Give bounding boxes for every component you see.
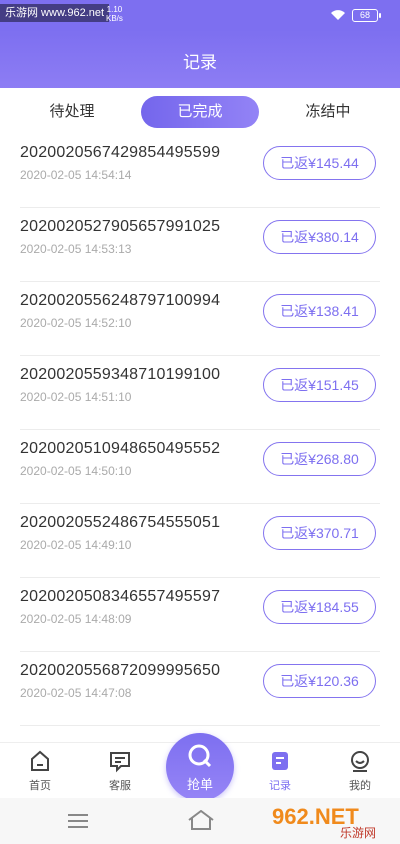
refund-button[interactable]: 已返¥268.80 bbox=[263, 442, 376, 476]
order-number: 2020020556248797100994 bbox=[20, 292, 221, 309]
order-number: 2020020510948650495552 bbox=[20, 440, 221, 457]
nav-service[interactable]: 客服 bbox=[90, 749, 150, 793]
order-time: 2020-02-05 14:51:10 bbox=[20, 390, 132, 404]
nav-home[interactable]: 首页 bbox=[10, 749, 70, 793]
home-icon[interactable] bbox=[188, 810, 214, 830]
header: 记录 bbox=[0, 30, 400, 88]
watermark: 乐游网 www.962.net bbox=[0, 4, 110, 22]
menu-icon[interactable] bbox=[68, 814, 88, 828]
page-title: 记录 bbox=[183, 53, 217, 72]
refund-button[interactable]: 已返¥145.44 bbox=[263, 146, 376, 180]
refund-button[interactable]: 已返¥380.14 bbox=[263, 220, 376, 254]
user-icon bbox=[351, 751, 369, 772]
wifi-icon bbox=[331, 10, 345, 20]
order-time: 2020-02-05 14:47:08 bbox=[20, 686, 132, 700]
battery-level: 68 bbox=[359, 10, 370, 20]
nav-records[interactable]: 记录 bbox=[250, 749, 310, 793]
record-list[interactable]: 2020020567429854495599 2020-02-05 14:54:… bbox=[0, 134, 400, 742]
nav-mine[interactable]: 我的 bbox=[330, 749, 390, 793]
order-time: 2020-02-05 14:54:14 bbox=[20, 168, 132, 182]
order-number: 2020020559348710199100 bbox=[20, 366, 221, 383]
search-icon bbox=[188, 744, 212, 768]
order-time: 2020-02-05 14:52:10 bbox=[20, 316, 132, 330]
order-time: 2020-02-05 14:50:10 bbox=[20, 464, 132, 478]
record-row: 2020020567429854495599 2020-02-05 14:54:… bbox=[0, 134, 400, 208]
grab-order-button[interactable]: 抢单 bbox=[166, 733, 234, 801]
grab-order-label: 抢单 bbox=[186, 777, 213, 792]
tab-completed[interactable]: 已完成 bbox=[141, 96, 259, 128]
records-icon bbox=[272, 752, 288, 770]
record-row: 2020020556248797100994 2020-02-05 14:52:… bbox=[0, 282, 400, 356]
refund-button[interactable]: 已返¥151.45 bbox=[263, 368, 376, 402]
site-logo: 962.NET 乐游网 bbox=[268, 800, 394, 840]
tab-pending[interactable]: 待处理 bbox=[20, 96, 124, 128]
logo-subtext: 乐游网 bbox=[340, 826, 376, 840]
nav-home-label: 首页 bbox=[29, 780, 51, 792]
order-number: 2020020552486754555051 bbox=[20, 514, 221, 531]
status-bar: 乐游网 www.962.net 1.10 KB/s 68 bbox=[0, 0, 400, 30]
order-number: 2020020508346557495597 bbox=[20, 588, 221, 605]
battery-icon: 68 bbox=[352, 9, 381, 22]
refund-button[interactable]: 已返¥120.36 bbox=[263, 664, 376, 698]
refund-button[interactable]: 已返¥184.55 bbox=[263, 590, 376, 624]
order-number: 2020020567429854495599 bbox=[20, 144, 221, 161]
refund-button[interactable]: 已返¥370.71 bbox=[263, 516, 376, 550]
network-speed: 1.10 KB/s bbox=[106, 5, 123, 23]
tab-frozen[interactable]: 冻结中 bbox=[276, 96, 380, 128]
network-speed-unit: KB/s bbox=[106, 14, 123, 23]
order-time: 2020-02-05 14:48:09 bbox=[20, 612, 132, 626]
network-speed-value: 1.10 bbox=[106, 5, 123, 14]
refund-button[interactable]: 已返¥138.41 bbox=[263, 294, 376, 328]
order-time: 2020-02-05 14:49:10 bbox=[20, 538, 132, 552]
record-row: 2020020559348710199100 2020-02-05 14:51:… bbox=[0, 356, 400, 430]
tab-bar: 待处理 已完成 冻结中 bbox=[0, 88, 400, 134]
row-divider bbox=[20, 725, 380, 726]
nav-records-label: 记录 bbox=[269, 780, 291, 792]
record-row: 2020020556872099995650 2020-02-05 14:47:… bbox=[0, 652, 400, 726]
chat-icon bbox=[110, 752, 130, 773]
order-number: 2020020527905657991025 bbox=[20, 218, 221, 235]
record-row: 2020020552486754555051 2020-02-05 14:49:… bbox=[0, 504, 400, 578]
order-number: 2020020556872099995650 bbox=[20, 662, 221, 679]
nav-service-label: 客服 bbox=[109, 780, 131, 792]
record-row: 2020020510948650495552 2020-02-05 14:50:… bbox=[0, 430, 400, 504]
record-row: 2020020508346557495597 2020-02-05 14:48:… bbox=[0, 578, 400, 652]
home-icon bbox=[31, 750, 49, 771]
order-time: 2020-02-05 14:53:13 bbox=[20, 242, 132, 256]
nav-mine-label: 我的 bbox=[349, 780, 371, 792]
record-row: 2020020527905657991025 2020-02-05 14:53:… bbox=[0, 208, 400, 282]
